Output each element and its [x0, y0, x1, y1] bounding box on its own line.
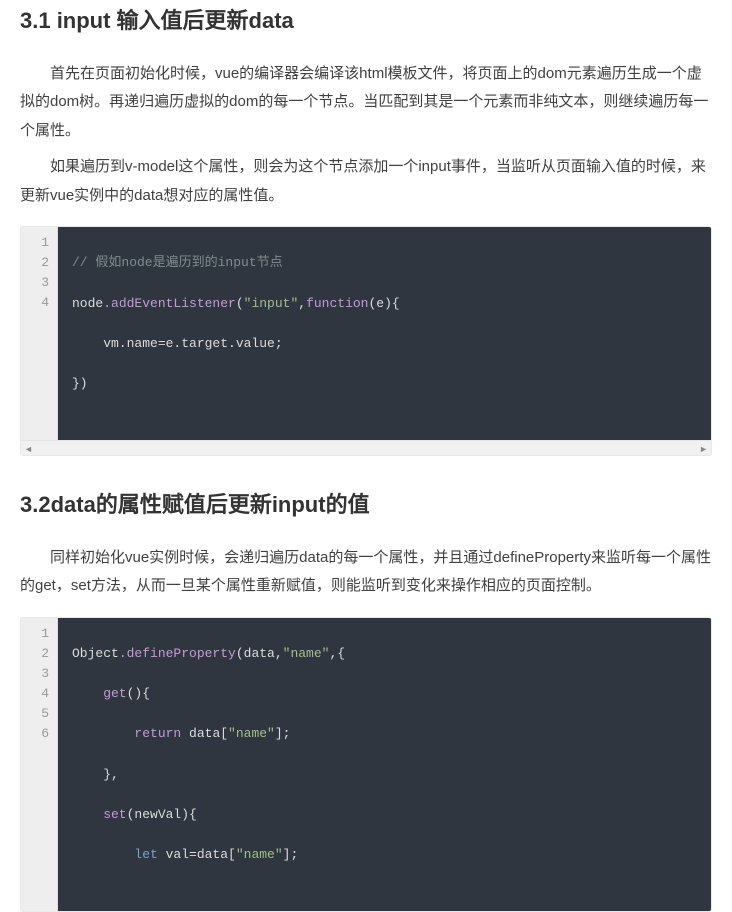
code-token: let [134, 847, 157, 862]
code-token: (){ [127, 686, 150, 701]
code-token: }) [72, 376, 88, 391]
line-gutter: 1 2 3 4 5 6 [21, 618, 58, 911]
line-number: 1 [31, 624, 49, 644]
paragraph: 同样初始化vue实例时候，会递归遍历data的每一个属性，并且通过defineP… [20, 544, 712, 601]
code-token: get [72, 686, 127, 701]
code-token: "name" [228, 726, 275, 741]
code-token: vm.name=e.target.value; [72, 336, 283, 351]
line-number: 5 [31, 704, 49, 724]
line-number: 3 [31, 664, 49, 684]
code-token: }, [72, 767, 119, 782]
line-number: 6 [31, 724, 49, 744]
code-token: function [306, 296, 368, 311]
paragraph: 首先在页面初始化时候，vue的编译器会编译该html模板文件，将页面上的dom元… [20, 60, 712, 146]
code-area[interactable]: // 假如node是遍历到的input节点 node.addEventListe… [58, 227, 711, 440]
code-token: ]; [283, 847, 299, 862]
code-token: "input" [244, 296, 299, 311]
code-block-2: 1 2 3 4 5 6 Object.defineProperty(data,"… [20, 617, 712, 912]
line-number: 4 [31, 293, 49, 313]
heading-3-1: 3.1 input 输入值后更新data [20, 0, 712, 42]
code-token: data[ [181, 726, 228, 741]
code-token: (newVal){ [127, 807, 197, 822]
code-token: Object [72, 646, 119, 661]
code-token [72, 726, 134, 741]
line-number: 3 [31, 273, 49, 293]
code-token: ( [236, 296, 244, 311]
line-number: 1 [31, 233, 49, 253]
line-number: 4 [31, 684, 49, 704]
code-token: .addEventListener [103, 296, 236, 311]
heading-3-2: 3.2data的属性赋值后更新input的值 [20, 484, 712, 526]
code-token: return [134, 726, 181, 741]
code-token: (e){ [369, 296, 400, 311]
code-token: .defineProperty [119, 646, 236, 661]
code-token: "name" [283, 646, 330, 661]
code-token: node [72, 296, 103, 311]
code-token: val=data[ [158, 847, 236, 862]
code-token [72, 847, 134, 862]
code-comment: // 假如node是遍历到的input节点 [72, 255, 283, 270]
code-token: ,{ [329, 646, 345, 661]
line-number: 2 [31, 253, 49, 273]
code-block-1: 1 2 3 4 // 假如node是遍历到的input节点 node.addEv… [20, 226, 712, 456]
line-number: 2 [31, 644, 49, 664]
code-token: , [298, 296, 306, 311]
horizontal-scrollbar[interactable] [21, 440, 711, 455]
line-gutter: 1 2 3 4 [21, 227, 58, 440]
code-token: (data, [236, 646, 283, 661]
code-token: "name" [236, 847, 283, 862]
code-area[interactable]: Object.defineProperty(data,"name",{ get(… [58, 618, 711, 911]
code-token: ]; [275, 726, 291, 741]
paragraph: 如果遍历到v-model这个属性，则会为这个节点添加一个input事件，当监听从… [20, 153, 712, 210]
code-token: set [72, 807, 127, 822]
